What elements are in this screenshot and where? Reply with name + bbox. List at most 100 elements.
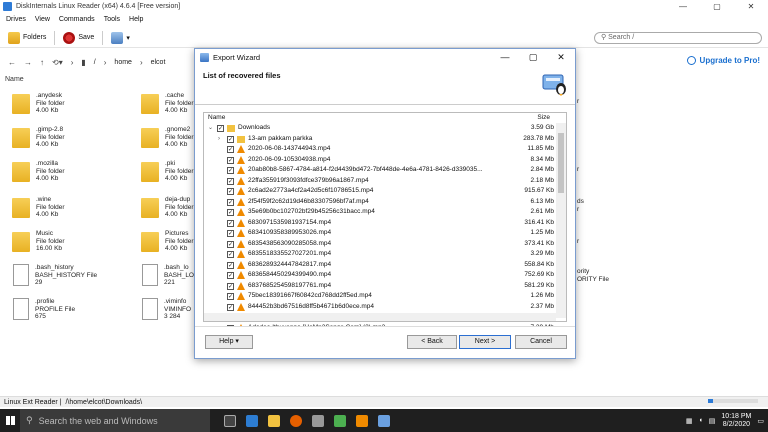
row-name: Downloads bbox=[238, 124, 271, 131]
next-button[interactable]: Next > bbox=[459, 335, 511, 349]
paint-icon[interactable] bbox=[334, 414, 346, 427]
tree-row[interactable]: ✓ 6835518335527027201.mp4 3.29 Mb bbox=[204, 249, 556, 260]
dialog-titlebar: Export Wizard — ▢ ✕ bbox=[195, 49, 575, 65]
history-icon[interactable]: ⟲▾ bbox=[52, 58, 63, 67]
firefox-icon[interactable] bbox=[290, 414, 302, 427]
start-button[interactable] bbox=[0, 409, 20, 432]
maximize-button[interactable]: ▢ bbox=[700, 0, 734, 13]
taskbar-search-input[interactable]: ⚲ Search the web and Windows bbox=[20, 409, 210, 432]
row-checkbox[interactable]: ✓ bbox=[227, 135, 234, 143]
tree-row[interactable]: ✓ 35e69b0bc102702bf29b45256c31bacc.mp4 2.6… bbox=[204, 207, 556, 218]
column-size[interactable]: Size bbox=[537, 114, 550, 121]
calculator-icon[interactable] bbox=[312, 414, 324, 427]
tree-row[interactable]: ✓ 2f54f59f2c62d19d46b83307596bf7af.mp4 6.1… bbox=[204, 197, 556, 208]
tree-row[interactable]: ✓ 2c6ad2e2773a4cf2a42d5c6f10786515.mp4 915… bbox=[204, 186, 556, 197]
forward-arrow-icon[interactable]: → bbox=[24, 58, 32, 67]
search-input[interactable]: ⚲ Search / bbox=[594, 32, 762, 44]
row-checkbox[interactable]: ✓ bbox=[227, 188, 234, 195]
file-explorer-icon[interactable] bbox=[268, 414, 280, 427]
keyboard-icon[interactable]: ▤ bbox=[709, 417, 716, 425]
notifications-icon[interactable]: ▭ bbox=[757, 417, 764, 425]
volume-icon[interactable]: ◖ bbox=[699, 417, 703, 424]
row-checkbox[interactable]: ✓ bbox=[227, 156, 234, 164]
tree-row[interactable]: ✓ 844452b3bd67516d8ff5b4671b6d0ece.mp4 2.3… bbox=[204, 302, 556, 313]
file-name: .mozilla bbox=[36, 160, 59, 167]
dialog-minimize-button[interactable]: — bbox=[491, 49, 519, 65]
clock[interactable]: 10:18 PM 8/2/2020 bbox=[721, 413, 751, 429]
menu-view[interactable]: View bbox=[35, 14, 50, 26]
folder-icon bbox=[12, 94, 30, 114]
network-icon[interactable]: ▦ bbox=[686, 417, 693, 425]
row-checkbox[interactable]: ✓ bbox=[227, 146, 234, 153]
up-arrow-icon[interactable]: ↑ bbox=[40, 58, 44, 67]
edge-icon[interactable] bbox=[246, 414, 258, 427]
upgrade-link[interactable]: Upgrade to Pro! bbox=[686, 56, 760, 65]
close-button[interactable]: ✕ bbox=[734, 0, 768, 13]
column-header-name[interactable]: Name bbox=[5, 76, 24, 83]
row-checkbox[interactable]: ✓ bbox=[227, 167, 234, 174]
breadcrumb-home[interactable]: home bbox=[114, 59, 132, 66]
file-item[interactable]: .profile PROFILE File 675 bbox=[12, 298, 142, 324]
tree-row[interactable]: ✓ 6830971535981937154.mp4 316.41 Kb bbox=[204, 218, 556, 229]
linux-reader-icon[interactable] bbox=[378, 414, 390, 427]
tree-row[interactable]: ✓ 22ffa355919f3093fdfce379b96a1867.mp4 2.1… bbox=[204, 176, 556, 187]
menu-help[interactable]: Help bbox=[129, 14, 143, 26]
row-checkbox[interactable]: ✓ bbox=[217, 125, 224, 132]
column-name[interactable]: Name bbox=[208, 114, 225, 121]
vlc-icon[interactable] bbox=[356, 414, 368, 427]
breadcrumb-root[interactable]: / bbox=[94, 59, 96, 66]
horizontal-scrollbar[interactable] bbox=[204, 313, 556, 321]
vlc-file-icon bbox=[237, 197, 245, 206]
tree-row[interactable]: ✓ 2020-06-08-143744943.mp4 11.85 Mb bbox=[204, 144, 556, 155]
expand-chevron-icon[interactable]: › bbox=[218, 134, 220, 145]
vlc-file-icon bbox=[237, 229, 245, 237]
row-checkbox[interactable]: ✓ bbox=[227, 230, 234, 237]
file-item[interactable]: .wine File folder 4.00 Kb bbox=[12, 196, 142, 222]
row-checkbox[interactable]: ✓ bbox=[227, 272, 234, 279]
menu-drives[interactable]: Drives bbox=[6, 14, 26, 26]
view-mode-button[interactable]: ▾ bbox=[107, 30, 134, 46]
file-item[interactable]: Music File folder 16.00 Kb bbox=[12, 230, 142, 256]
tree-row[interactable]: ✓ 6834109358389953026.mp4 1.25 Mb bbox=[204, 228, 556, 239]
folders-button[interactable]: Folders bbox=[4, 30, 50, 46]
back-arrow-icon[interactable]: ← bbox=[8, 58, 16, 67]
file-item[interactable]: .mozilla File folder 4.00 Kb bbox=[12, 160, 142, 186]
row-checkbox[interactable]: ✓ bbox=[227, 293, 234, 300]
tree-row[interactable]: ✓ 6835438563090285058.mp4 373.41 Kb bbox=[204, 239, 556, 250]
row-checkbox[interactable]: ✓ bbox=[227, 282, 234, 290]
task-view-icon[interactable] bbox=[224, 414, 236, 427]
row-checkbox[interactable]: ✓ bbox=[227, 303, 234, 311]
menu-tools[interactable]: Tools bbox=[104, 14, 120, 26]
file-item[interactable]: .bash_history BASH_HISTORY File 29 bbox=[12, 264, 142, 290]
tree-row[interactable]: ✓ 2020-06-09-105304938.mp4 8.34 Mb bbox=[204, 155, 556, 166]
file-item[interactable]: .gimp-2.8 File folder 4.00 Kb bbox=[12, 126, 142, 152]
expand-chevron-icon[interactable]: ⌄ bbox=[208, 123, 213, 134]
breadcrumb-elcot[interactable]: elcot bbox=[151, 59, 166, 66]
row-checkbox[interactable]: ✓ bbox=[227, 251, 234, 258]
menu-commands[interactable]: Commands bbox=[59, 14, 95, 26]
file-type: File folder bbox=[36, 99, 65, 107]
tree-row[interactable]: ✓ 6836289324447842817.mp4 558.84 Kb bbox=[204, 260, 556, 271]
help-button[interactable]: Help ▾ bbox=[205, 335, 253, 349]
file-item[interactable]: .anydesk File folder 4.00 Kb bbox=[12, 92, 142, 118]
scrollbar-thumb[interactable] bbox=[558, 133, 564, 193]
vertical-scrollbar[interactable] bbox=[556, 123, 566, 318]
dialog-close-button[interactable]: ✕ bbox=[547, 49, 575, 65]
minimize-button[interactable]: — bbox=[666, 0, 700, 13]
row-checkbox[interactable]: ✓ bbox=[227, 209, 234, 216]
row-checkbox[interactable]: ✓ bbox=[227, 240, 234, 248]
tree-row[interactable]: ✓ 6837685254598197761.mp4 581.29 Kb bbox=[204, 281, 556, 292]
dialog-maximize-button[interactable]: ▢ bbox=[519, 49, 547, 65]
row-checkbox[interactable]: ✓ bbox=[227, 219, 234, 227]
save-button[interactable]: Save bbox=[59, 30, 98, 46]
tree-row[interactable]: ✓ 20ab80b8-5867-4784-a814-f2d4439bd472-7b… bbox=[204, 165, 556, 176]
row-checkbox[interactable]: ✓ bbox=[227, 198, 234, 206]
row-checkbox[interactable]: ✓ bbox=[227, 177, 234, 185]
cancel-button[interactable]: Cancel bbox=[515, 335, 567, 349]
tree-row[interactable]: ✓ 6836584450294399490.mp4 752.69 Kb bbox=[204, 270, 556, 281]
back-button[interactable]: < Back bbox=[407, 335, 457, 349]
tree-row[interactable]: ⌄ ✓ Downloads 3.59 Gb bbox=[204, 123, 556, 134]
tree-row[interactable]: › ✓ 13-am pakkam parkka 283.78 Mb bbox=[204, 134, 556, 145]
tree-row[interactable]: ✓ 75bec18391667f60842cd768dd2ff5ed.mp4 1.2… bbox=[204, 291, 556, 302]
row-checkbox[interactable]: ✓ bbox=[227, 261, 234, 269]
